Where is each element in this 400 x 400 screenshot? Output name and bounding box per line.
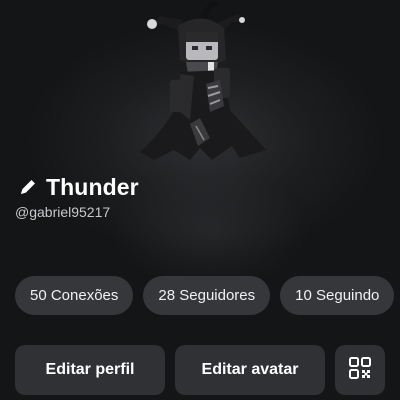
background-glow <box>110 170 310 290</box>
connections-pill[interactable]: 50 Conexões <box>15 276 134 315</box>
followers-pill[interactable]: 28 Seguidores <box>143 276 271 315</box>
following-pill[interactable]: 10 Seguindo <box>280 276 395 315</box>
stats-row: 50 Conexões 28 Seguidores 10 Seguindo <box>15 276 395 315</box>
avatar[interactable] <box>120 0 290 172</box>
pencil-icon[interactable] <box>18 176 40 198</box>
display-name-row[interactable]: Thunder <box>18 171 139 203</box>
edit-profile-button[interactable]: Editar perfil <box>15 345 165 395</box>
display-name: Thunder <box>46 173 139 200</box>
avatar-figure <box>140 0 266 160</box>
edit-avatar-button[interactable]: Editar avatar <box>175 345 325 395</box>
username: @gabriel95217 <box>15 204 111 220</box>
qr-code-button[interactable] <box>335 345 385 395</box>
actions-row: Editar perfil Editar avatar <box>15 345 385 395</box>
qr-code-icon <box>348 356 372 385</box>
